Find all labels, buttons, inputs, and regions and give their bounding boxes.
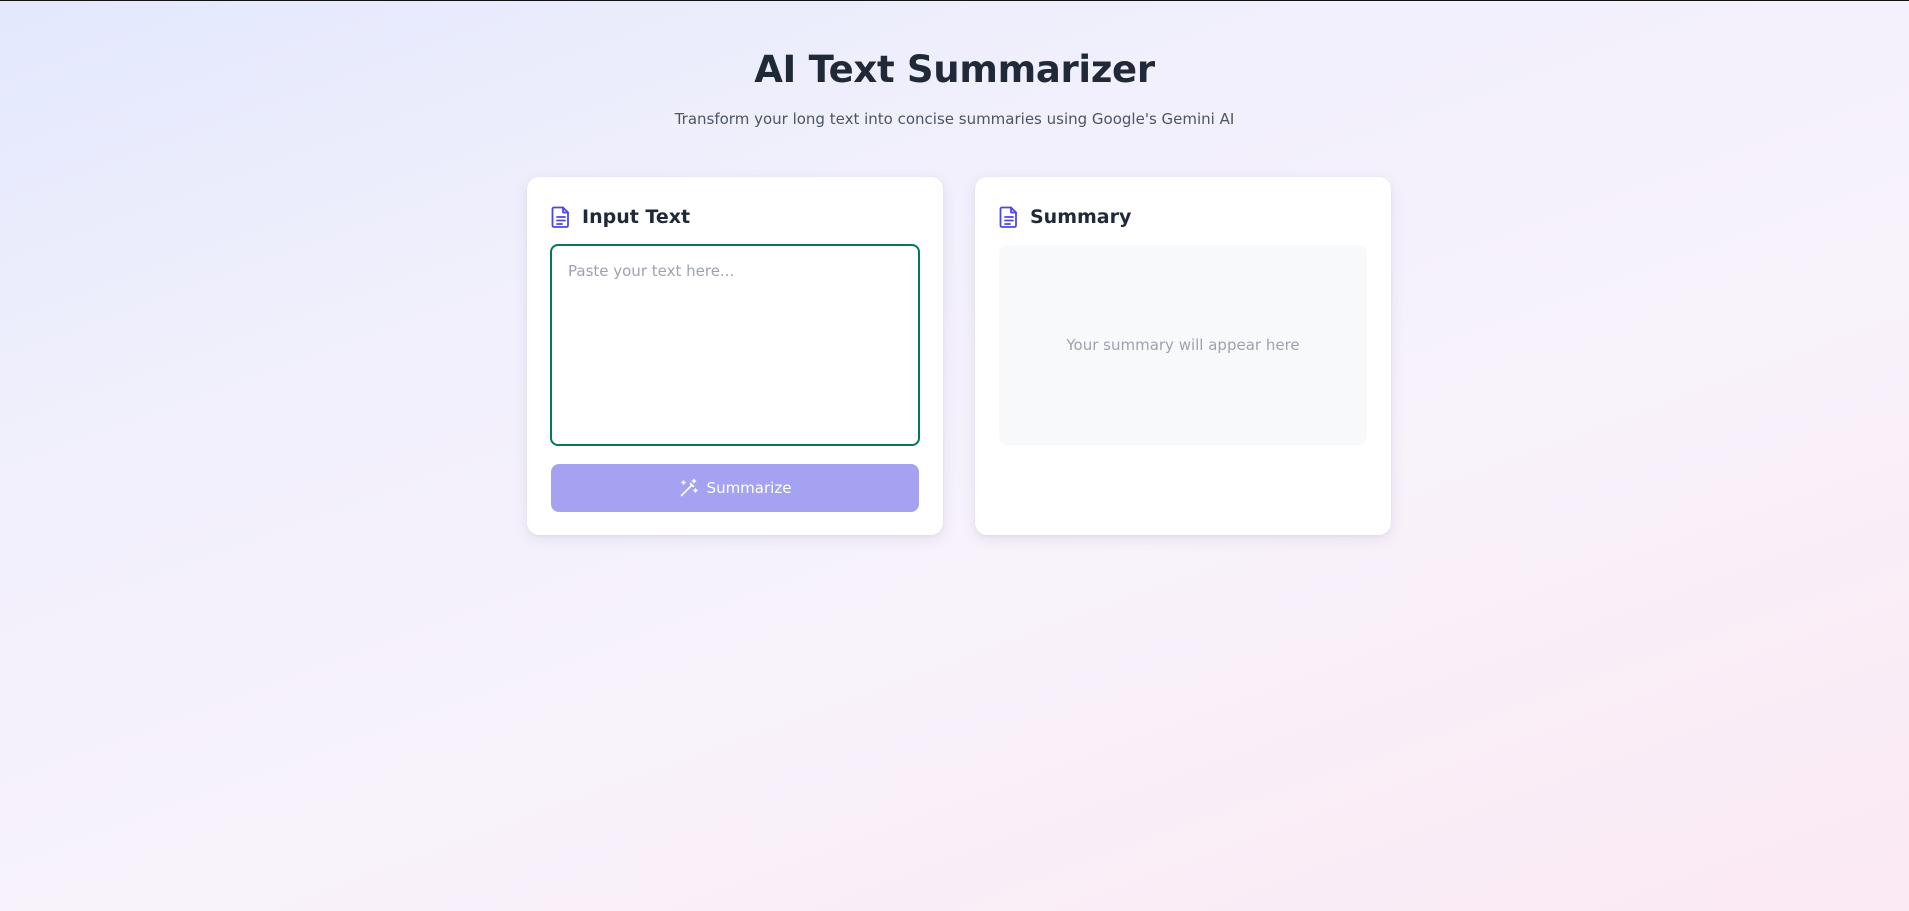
page-header: AI Text Summarizer Transform your long t…: [0, 47, 1909, 129]
summary-card-title: Summary: [1030, 206, 1132, 228]
input-card-title: Input Text: [582, 206, 691, 228]
summarize-button[interactable]: Summarize: [551, 464, 919, 512]
input-card: Input Text Summarize: [527, 177, 943, 535]
magic-wand-icon: [679, 478, 699, 498]
page-subtitle: Transform your long text into concise su…: [674, 110, 1235, 128]
page-title: AI Text Summarizer: [754, 48, 1155, 91]
summary-output: Your summary will appear here: [999, 245, 1367, 445]
document-icon: [551, 205, 571, 229]
summary-placeholder: Your summary will appear here: [1066, 336, 1300, 354]
document-icon: [999, 205, 1019, 229]
summary-card: Summary Your summary will appear here: [975, 177, 1391, 535]
input-text-field[interactable]: [550, 244, 920, 446]
summarize-button-label: Summarize: [706, 479, 792, 497]
summary-card-header: Summary: [999, 204, 1131, 230]
input-card-header: Input Text: [551, 204, 690, 230]
